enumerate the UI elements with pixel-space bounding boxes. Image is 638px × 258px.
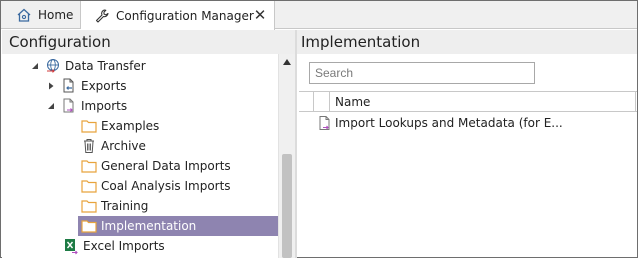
tab-configuration-manager-label: Configuration Manager — [116, 8, 254, 23]
table-row[interactable]: Import Lookups and Metadata (for E... — [299, 113, 637, 133]
tree-item-general-data-imports[interactable]: General Data Imports — [80, 156, 237, 176]
folder-icon — [80, 197, 98, 215]
tree-scrollbar[interactable] — [278, 54, 295, 258]
grid-header-name[interactable]: Name — [335, 92, 370, 112]
tab-home[interactable]: Home — [1, 1, 81, 29]
scroll-up-arrow-icon[interactable] — [279, 54, 295, 70]
tree-item-label: Examples — [101, 119, 160, 133]
grid-header: Name — [299, 92, 637, 112]
globe-transfer-icon — [44, 57, 62, 75]
tab-configuration-manager[interactable]: Configuration Manager ✕ — [81, 1, 275, 30]
wrench-icon — [93, 7, 111, 25]
tree-item-label: Implementation — [101, 219, 197, 233]
expanded-arrow-icon[interactable] — [30, 61, 40, 71]
configuration-tree: Data Transfer Exports Imports Examples A… — [2, 54, 278, 258]
export-document-icon — [60, 77, 78, 95]
tree-item-exports[interactable]: Exports — [46, 76, 133, 96]
tab-bar: Home Configuration Manager ✕ — [1, 1, 637, 30]
import-document-icon — [317, 115, 333, 131]
tree-item-label: Archive — [101, 139, 146, 153]
folder-icon — [80, 157, 98, 175]
collapsed-arrow-icon[interactable] — [46, 81, 56, 91]
excel-icon — [62, 237, 80, 255]
tree-item-data-transfer[interactable]: Data Transfer — [30, 56, 152, 76]
tree-item-excel-imports[interactable]: Excel Imports — [62, 236, 171, 256]
grid-header-icon-column[interactable] — [314, 92, 330, 112]
configuration-panel-title: Configuration — [2, 30, 295, 54]
home-icon — [15, 6, 33, 24]
tree-item-label: Coal Analysis Imports — [101, 179, 231, 193]
tree-item-label: Imports — [81, 99, 128, 113]
folder-icon — [80, 117, 98, 135]
tree-item-label: Training — [101, 199, 149, 213]
scrollbar-thumb[interactable] — [282, 154, 292, 258]
tree-item-implementation[interactable]: Implementation — [78, 216, 278, 236]
tree-item-label: General Data Imports — [101, 159, 231, 173]
grid-header-divider — [635, 92, 636, 112]
panel-splitter[interactable] — [295, 30, 297, 258]
tree-item-archive[interactable]: Archive — [80, 136, 152, 156]
folder-icon — [80, 177, 98, 195]
close-icon[interactable]: ✕ — [252, 6, 268, 24]
search-input[interactable] — [309, 62, 535, 84]
expanded-arrow-icon[interactable] — [46, 101, 56, 111]
items-grid: Name Import Lookups and Metadata (for E.… — [299, 91, 637, 258]
tab-home-label: Home — [38, 8, 74, 22]
import-document-icon — [60, 97, 78, 115]
row-name: Import Lookups and Metadata (for E... — [335, 116, 563, 130]
window-frame: Home Configuration Manager ✕ Configurati… — [0, 0, 638, 258]
folder-icon — [80, 217, 98, 235]
grid-header-select-column[interactable] — [299, 92, 314, 112]
tree-item-examples[interactable]: Examples — [80, 116, 165, 136]
tree-item-label: Excel Imports — [83, 239, 165, 253]
tree-item-imports[interactable]: Imports — [46, 96, 133, 116]
tree-item-label: Data Transfer — [65, 59, 146, 73]
tree-item-coal-analysis-imports[interactable]: Coal Analysis Imports — [80, 176, 237, 196]
tree-item-training[interactable]: Training — [80, 196, 154, 216]
implementation-panel-title: Implementation — [297, 30, 637, 54]
trash-icon — [80, 137, 98, 155]
tree-item-label: Exports — [81, 79, 127, 93]
